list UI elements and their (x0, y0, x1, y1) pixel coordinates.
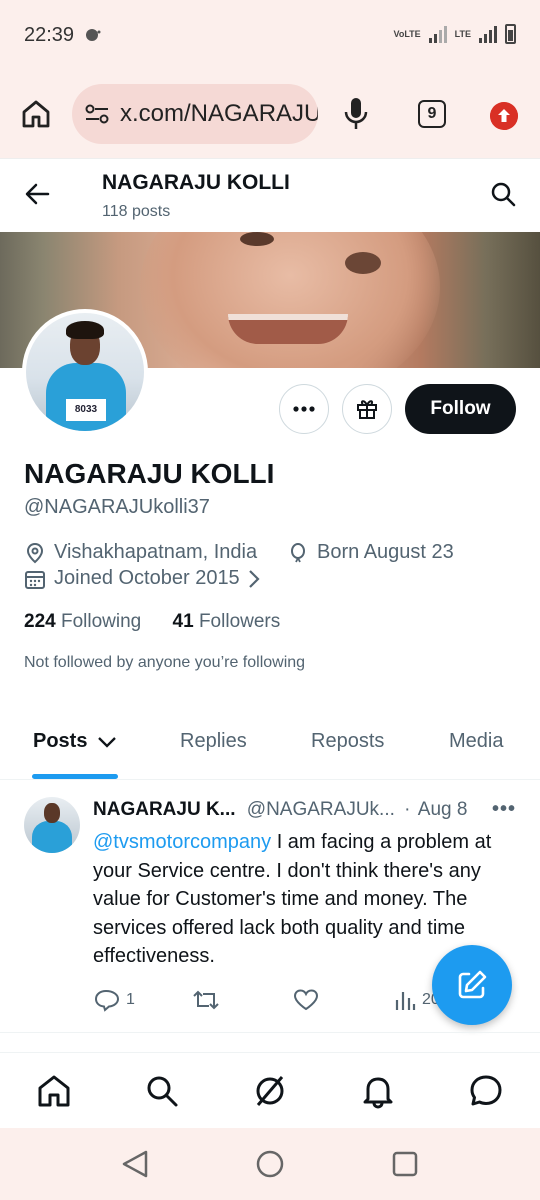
tweet-author-handle[interactable]: @NAGARAJUk... (247, 799, 395, 820)
tweet-separator: · (404, 799, 411, 820)
status-indicators: VoLTE LTE (393, 24, 516, 44)
birthday-text: Born August 23 (317, 541, 454, 563)
tweet-author-name[interactable]: NAGARAJU K... (93, 799, 236, 820)
calendar-icon (25, 570, 45, 589)
signal-icon (428, 25, 447, 43)
tweet-avatar[interactable] (24, 797, 80, 853)
compose-icon (458, 970, 487, 999)
compose-button[interactable] (432, 945, 512, 1025)
site-settings-icon[interactable] (84, 103, 110, 125)
balloon-icon (291, 542, 305, 562)
tab-posts-label: Posts (33, 730, 88, 752)
tab-replies[interactable]: Replies (180, 730, 247, 753)
status-time: 22:39 (24, 23, 75, 46)
not-followed-text: Not followed by anyone you’re following (24, 654, 306, 671)
heart-icon (293, 989, 319, 1011)
system-recents-icon[interactable] (390, 1148, 420, 1180)
volte-label: VoLTE (393, 28, 421, 39)
tweet-date[interactable]: Aug 8 (418, 799, 468, 820)
header-post-count: 118 posts (102, 203, 171, 220)
follow-stats: 224 Following 41 Followers (24, 611, 280, 633)
follow-button[interactable]: Follow (405, 384, 516, 434)
nav-home-icon[interactable] (36, 1073, 72, 1109)
lte-label: LTE (454, 28, 471, 39)
tweet-more-icon[interactable]: ••• (492, 798, 516, 821)
following-label: Following (60, 611, 142, 632)
search-icon[interactable] (490, 181, 516, 207)
system-home-icon[interactable] (255, 1148, 285, 1180)
gift-button[interactable] (342, 384, 392, 434)
avatar-bib-number: 8033 (66, 399, 106, 421)
gift-icon (357, 400, 377, 419)
bottom-navigation (0, 1052, 540, 1128)
system-back-icon[interactable] (120, 1148, 150, 1180)
tab-reposts[interactable]: Reposts (311, 730, 384, 753)
location-text: Vishakhapatnam, India (54, 541, 258, 563)
repost-icon (193, 990, 219, 1010)
update-icon[interactable] (490, 102, 518, 130)
profile-tabs: Posts Replies Reposts Media (0, 718, 540, 780)
tab-media[interactable]: Media (449, 730, 503, 753)
chevron-down-icon (98, 736, 117, 748)
status-bar: 22:39 VoLTE LTE (0, 0, 540, 70)
notification-icon (86, 29, 101, 41)
followers-label: Followers (198, 611, 281, 632)
system-navigation-bar (0, 1128, 540, 1200)
following-link[interactable]: 224 Following (24, 611, 141, 632)
followers-link[interactable]: 41 Followers (173, 611, 281, 632)
browser-toolbar: x.com/NAGARAJU 9 (0, 70, 540, 158)
url-text: x.com/NAGARAJU (120, 100, 318, 127)
like-button[interactable] (293, 988, 319, 1012)
tweet-mention[interactable]: @tvsmotorcompany (93, 831, 271, 853)
chevron-right-icon (248, 569, 260, 588)
reply-button[interactable]: 1 (94, 988, 135, 1012)
back-arrow-icon[interactable] (24, 181, 50, 207)
followers-count: 41 (172, 611, 194, 632)
more-options-button[interactable] (279, 384, 329, 434)
reply-count: 1 (126, 991, 135, 1008)
repost-button[interactable] (192, 988, 220, 1012)
views-icon (395, 992, 416, 1010)
tweet-header: NAGARAJU K... @NAGARAJUk... · Aug 8 (93, 799, 467, 821)
nav-grok-icon[interactable] (252, 1073, 288, 1109)
location-pin-icon (26, 542, 44, 563)
nav-messages-icon[interactable] (468, 1073, 504, 1109)
profile-joined[interactable]: Joined October 2015 (24, 567, 268, 590)
profile-location: Vishakhapatnam, India (24, 541, 257, 564)
profile-name: NAGARAJU KOLLI (24, 458, 275, 489)
active-tab-indicator (32, 774, 118, 779)
tab-posts[interactable]: Posts (33, 730, 117, 753)
nav-search-icon[interactable] (144, 1073, 180, 1109)
browser-home-icon[interactable] (20, 98, 52, 130)
nav-notifications-icon[interactable] (360, 1073, 396, 1109)
battery-icon (505, 24, 516, 44)
tab-switcher-button[interactable]: 9 (418, 100, 446, 128)
more-icon (293, 406, 315, 412)
address-bar[interactable]: x.com/NAGARAJU (72, 84, 318, 144)
joined-text: Joined October 2015 (54, 567, 240, 589)
microphone-icon[interactable] (342, 96, 370, 132)
tweet-divider (0, 1032, 540, 1033)
profile-header: NAGARAJU KOLLI 118 posts (0, 158, 540, 232)
profile-avatar[interactable]: 8033 (22, 309, 148, 435)
following-count: 224 (24, 611, 56, 632)
profile-handle: @NAGARAJUkolli37 (24, 496, 210, 518)
profile-birthday: Born August 23 (287, 541, 454, 564)
header-name: NAGARAJU KOLLI (102, 171, 290, 194)
reply-icon (94, 989, 120, 1012)
signal-icon-2 (479, 25, 497, 43)
